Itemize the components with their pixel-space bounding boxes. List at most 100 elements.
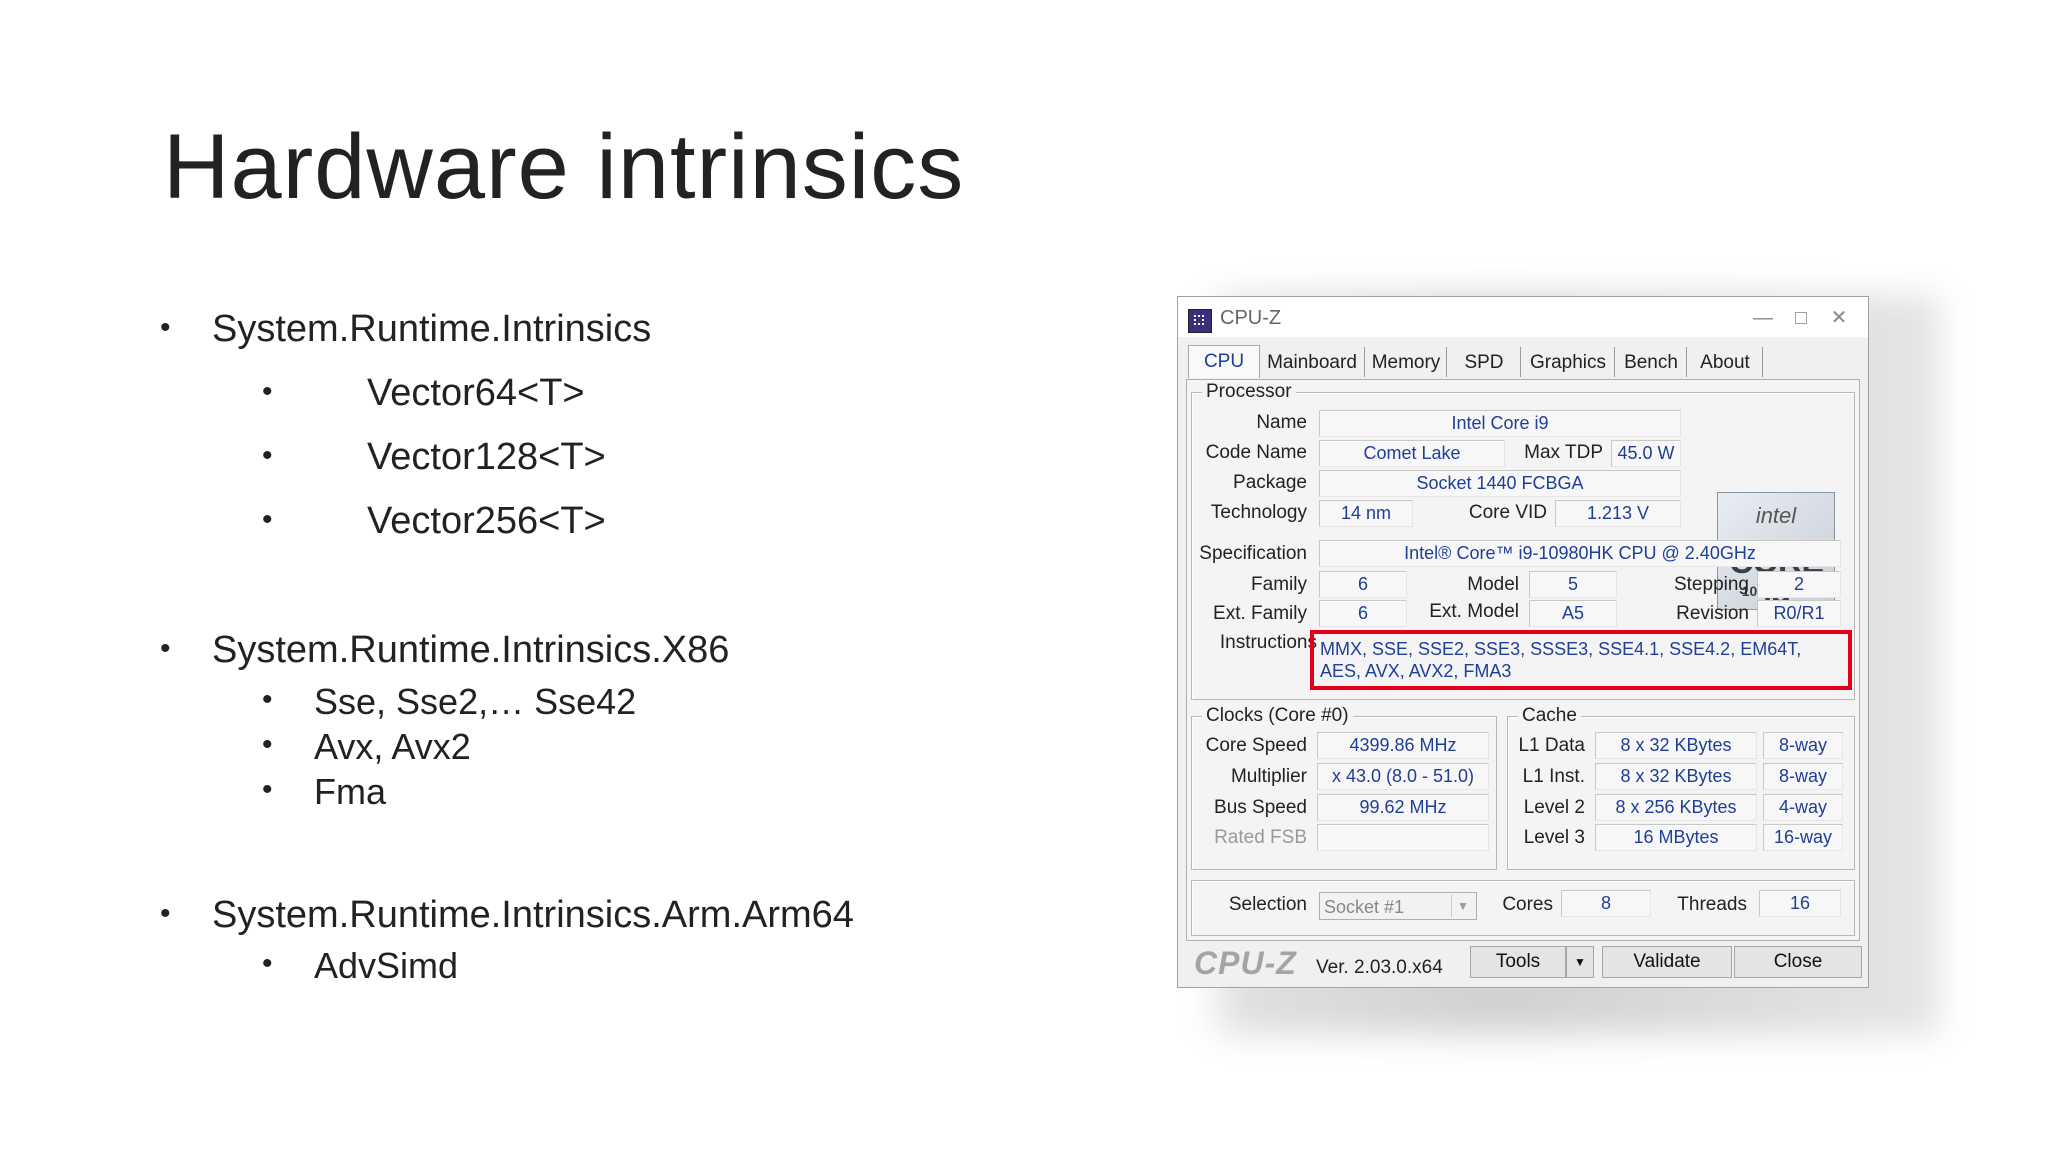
window-title: CPU-Z [1220,307,1282,329]
bullet-dot: • [262,683,273,716]
cpuz-footer-logo: CPU-Z [1194,945,1297,981]
ratedfsb-label: Rated FSB [1214,827,1307,848]
family-label: Family [1251,574,1307,595]
cache-l2-size: 8 x 256 KBytes [1595,794,1757,821]
technology-label: Technology [1210,502,1307,523]
intel-brand-text: intel [1755,503,1797,528]
bullet-avx: Avx, Avx2 [314,726,471,767]
bullet-dot: • [262,375,273,408]
threads-value: 16 [1759,890,1841,917]
title-bar: CPU-Z — □ ✕ [1178,297,1868,337]
cache-l1data-size: 8 x 32 KBytes [1595,732,1757,759]
selection-label: Selection [1228,894,1307,915]
cache-l3-size: 16 MBytes [1595,824,1757,851]
bullet-dot: • [160,632,171,665]
tab-about[interactable]: About [1688,347,1763,377]
codename-value: Comet Lake [1319,440,1505,467]
cores-label: Cores [1502,894,1553,915]
cache-l3-way: 16-way [1763,824,1843,851]
bullet-x86: System.Runtime.Intrinsics.X86 [212,629,730,671]
bullet-dot: • [160,311,171,344]
maxtdp-label: Max TDP [1524,442,1603,463]
tab-mainboard[interactable]: Mainboard [1260,347,1365,377]
socket-select[interactable]: Socket #1 ▼ [1319,892,1477,920]
cache-l1inst-label: L1 Inst. [1522,766,1585,787]
cache-l2-label: Level 2 [1523,797,1585,818]
codename-label: Code Name [1205,442,1307,463]
cache-l1inst-way: 8-way [1763,763,1843,790]
bullet-dot: • [262,947,273,980]
tab-cpu[interactable]: CPU [1188,345,1260,378]
bullet-arm64: System.Runtime.Intrinsics.Arm.Arm64 [212,894,854,936]
model-label: Model [1467,574,1519,595]
minimize-button[interactable]: — [1748,305,1778,331]
bullet-dot: • [262,439,273,472]
bullet-vector64: Vector64<T> [367,372,585,414]
multiplier-label: Multiplier [1230,766,1307,787]
instructions-value: MMX, SSE, SSE2, SSE3, SSSE3, SSE4.1, SSE… [1320,639,1802,681]
tools-button[interactable]: Tools [1470,946,1566,978]
bullet-vector128: Vector128<T> [367,436,606,478]
cores-value: 8 [1561,890,1651,917]
package-value: Socket 1440 FCBGA [1319,470,1681,497]
bullet-dot: • [262,728,273,761]
revision-value: R0/R1 [1757,600,1841,627]
version-text: Ver. 2.03.0.x64 [1316,957,1443,978]
socket-select-value: Socket #1 [1324,897,1405,917]
tab-bench[interactable]: Bench [1616,347,1687,377]
bullet-sse: Sse, Sse2,… Sse42 [314,681,637,722]
bullet-fma: Fma [314,771,386,812]
tools-dropdown-button[interactable]: ▼ [1566,946,1594,978]
cache-group-label: Cache [1518,705,1581,727]
bullet-vector256: Vector256<T> [367,500,606,542]
corevid-value: 1.213 V [1555,500,1681,527]
chevron-down-icon: ▼ [1451,895,1474,917]
bullet-advsimd: AdvSimd [314,945,459,986]
processor-group-label: Processor [1202,381,1296,403]
instructions-label: Instructions [1219,632,1317,653]
busspeed-value: 99.62 MHz [1317,794,1489,821]
technology-value: 14 nm [1319,500,1413,527]
extmodel-label: Ext. Model [1429,601,1519,622]
maximize-button[interactable]: □ [1786,305,1816,331]
spec-label: Specification [1199,543,1307,564]
package-label: Package [1233,472,1307,493]
spec-value: Intel® Core™ i9-10980HK CPU @ 2.40GHz [1319,540,1841,567]
busspeed-label: Bus Speed [1214,797,1307,818]
family-value: 6 [1319,571,1407,598]
extfamily-value: 6 [1319,600,1407,627]
cache-l1data-label: L1 Data [1518,735,1585,756]
corespeed-label: Core Speed [1205,735,1307,756]
bullet-dot: • [160,897,171,930]
tab-spd[interactable]: SPD [1448,347,1521,377]
clocks-group-label: Clocks (Core #0) [1202,705,1353,727]
cache-l1data-way: 8-way [1763,732,1843,759]
multiplier-value: x 43.0 (8.0 - 51.0) [1317,763,1489,790]
name-label: Name [1256,412,1307,433]
cache-l3-label: Level 3 [1523,827,1585,848]
threads-label: Threads [1677,894,1747,915]
model-value: 5 [1529,571,1617,598]
ratedfsb-value [1317,824,1489,851]
cpuz-app-icon [1188,309,1212,333]
corespeed-value: 4399.86 MHz [1317,732,1489,759]
extfamily-label: Ext. Family [1213,603,1307,624]
maxtdp-value: 45.0 W [1611,440,1681,467]
stepping-value: 2 [1757,571,1841,598]
extmodel-value: A5 [1529,600,1617,627]
slide-title: Hardware intrinsics [163,116,965,218]
bullet-dot: • [262,503,273,536]
bullet-intrinsics: System.Runtime.Intrinsics [212,308,652,350]
validate-button[interactable]: Validate [1602,946,1732,978]
stepping-label: Stepping [1673,574,1749,595]
close-button[interactable]: Close [1734,946,1862,978]
cache-l2-way: 4-way [1763,794,1843,821]
corevid-label: Core VID [1468,502,1547,523]
close-window-button[interactable]: ✕ [1824,305,1854,331]
tab-memory[interactable]: Memory [1366,347,1447,377]
tab-graphics[interactable]: Graphics [1522,347,1615,377]
revision-label: Revision [1676,603,1749,624]
bullet-dot: • [262,773,273,806]
cache-l1inst-size: 8 x 32 KBytes [1595,763,1757,790]
name-value: Intel Core i9 [1319,410,1681,437]
